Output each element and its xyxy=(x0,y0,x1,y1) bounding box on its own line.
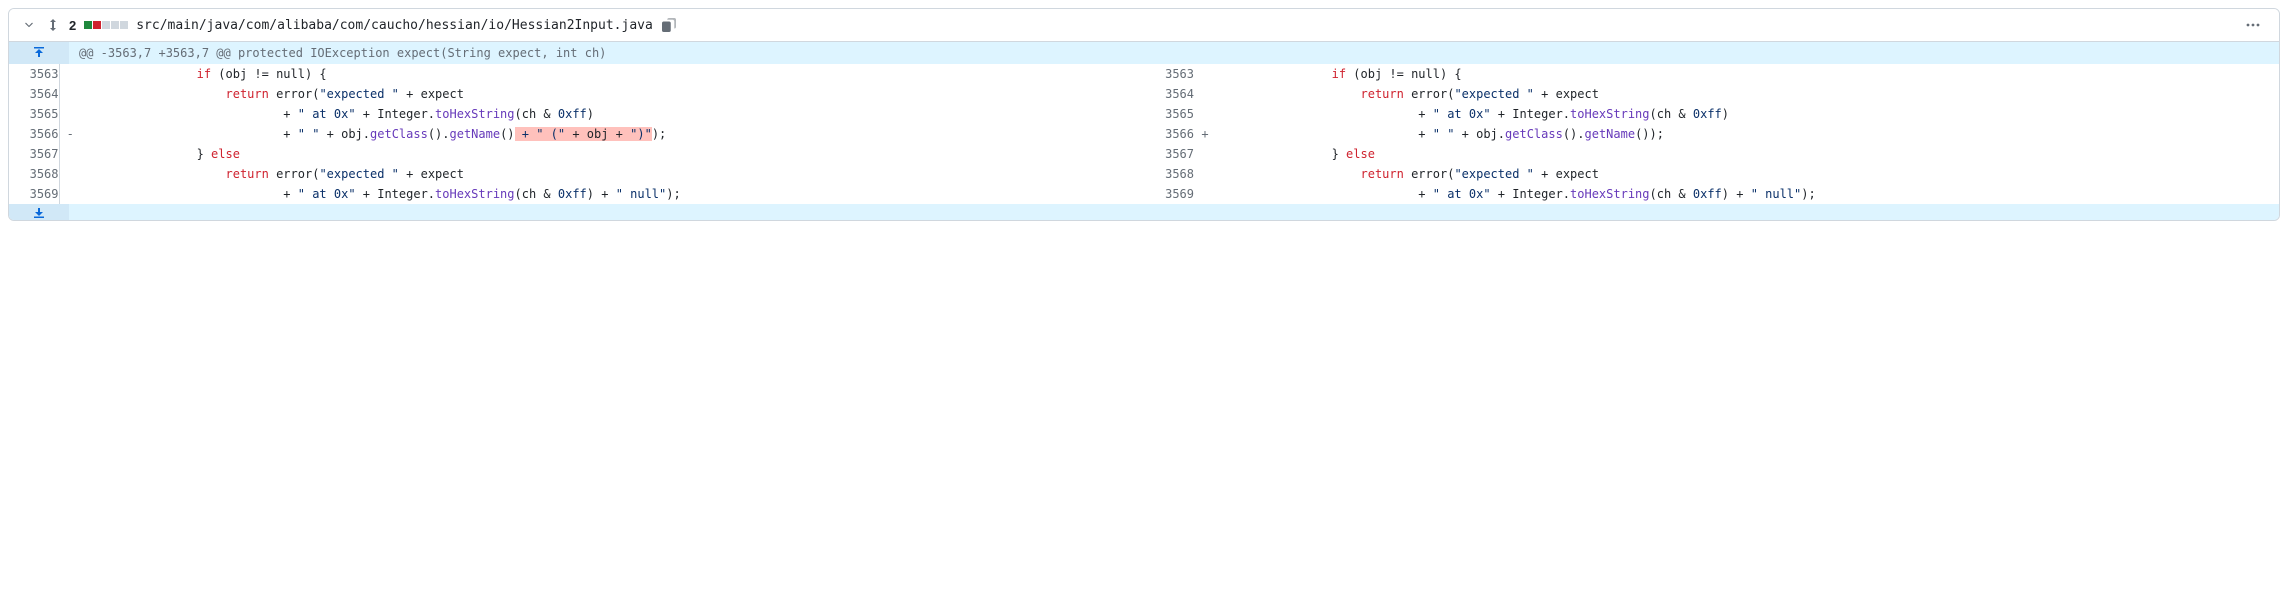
line-number-new[interactable]: 3569 xyxy=(1144,184,1194,204)
diff-row-context: 3564 return error("expected " + expect 3… xyxy=(9,84,2279,104)
code-cell: + " at 0x" + Integer.toHexString(ch & 0x… xyxy=(81,104,1144,124)
diff-table: 3563 if (obj != null) { 3563 if (obj != … xyxy=(9,64,2279,204)
addition-marker: + xyxy=(1194,124,1216,144)
line-number-new[interactable]: 3566 xyxy=(1144,124,1194,144)
code-cell: if (obj != null) { xyxy=(1216,64,2279,84)
change-count: 2 xyxy=(69,18,76,33)
expand-down-button[interactable] xyxy=(9,204,69,220)
line-number-old[interactable]: 3563 xyxy=(9,64,59,84)
code-cell: + " at 0x" + Integer.toHexString(ch & 0x… xyxy=(1216,104,2279,124)
line-number-new[interactable]: 3564 xyxy=(1144,84,1194,104)
line-number-new[interactable]: 3565 xyxy=(1144,104,1194,124)
code-cell-added: + " " + obj.getClass().getName()); xyxy=(1216,124,2279,144)
diff-row-change: 3566 - + " " + obj.getClass().getName() … xyxy=(9,124,2279,144)
code-cell: } else xyxy=(81,144,1144,164)
diff-row-context: 3565 + " at 0x" + Integer.toHexString(ch… xyxy=(9,104,2279,124)
diff-row-context: 3567 } else 3567 } else xyxy=(9,144,2279,164)
code-cell: if (obj != null) { xyxy=(81,64,1144,84)
line-number-old[interactable]: 3569 xyxy=(9,184,59,204)
expand-all-icon[interactable] xyxy=(45,17,61,33)
code-cell-deleted: + " " + obj.getClass().getName() + " (" … xyxy=(81,124,1144,144)
hunk-header: @@ -3563,7 +3563,7 @@ protected IOExcept… xyxy=(9,42,2279,64)
diff-file-container: 2 src/main/java/com/alibaba/com/caucho/h… xyxy=(8,8,2280,221)
line-number-new[interactable]: 3567 xyxy=(1144,144,1194,164)
hunk-info: @@ -3563,7 +3563,7 @@ protected IOExcept… xyxy=(69,42,2279,64)
file-menu-kebab-icon[interactable] xyxy=(2239,17,2267,33)
code-cell: return error("expected " + expect xyxy=(81,84,1144,104)
expand-up-button[interactable] xyxy=(9,42,69,64)
stat-square-added xyxy=(84,21,92,29)
stat-square-neutral xyxy=(102,21,110,29)
line-number-old[interactable]: 3565 xyxy=(9,104,59,124)
copy-path-icon[interactable] xyxy=(661,17,677,33)
diff-file-header: 2 src/main/java/com/alibaba/com/caucho/h… xyxy=(9,9,2279,42)
code-cell: + " at 0x" + Integer.toHexString(ch & 0x… xyxy=(81,184,1144,204)
code-cell: } else xyxy=(1216,144,2279,164)
code-cell: + " at 0x" + Integer.toHexString(ch & 0x… xyxy=(1216,184,2279,204)
line-number-new[interactable]: 3568 xyxy=(1144,164,1194,184)
diff-stat-squares xyxy=(84,21,128,29)
diff-row-context: 3568 return error("expected " + expect 3… xyxy=(9,164,2279,184)
code-cell: return error("expected " + expect xyxy=(1216,84,2279,104)
stat-square-neutral xyxy=(111,21,119,29)
stat-square-removed xyxy=(93,21,101,29)
code-cell: return error("expected " + expect xyxy=(81,164,1144,184)
line-number-old[interactable]: 3564 xyxy=(9,84,59,104)
collapse-chevron-icon[interactable] xyxy=(21,17,37,33)
deletion-marker: - xyxy=(59,124,81,144)
diff-row-context: 3569 + " at 0x" + Integer.toHexString(ch… xyxy=(9,184,2279,204)
file-path[interactable]: src/main/java/com/alibaba/com/caucho/hes… xyxy=(136,18,653,33)
line-number-new[interactable]: 3563 xyxy=(1144,64,1194,84)
line-number-old[interactable]: 3567 xyxy=(9,144,59,164)
hunk-footer xyxy=(9,204,2279,220)
diff-row-context: 3563 if (obj != null) { 3563 if (obj != … xyxy=(9,64,2279,84)
line-number-old[interactable]: 3566 xyxy=(9,124,59,144)
stat-square-neutral xyxy=(120,21,128,29)
code-cell: return error("expected " + expect xyxy=(1216,164,2279,184)
line-number-old[interactable]: 3568 xyxy=(9,164,59,184)
